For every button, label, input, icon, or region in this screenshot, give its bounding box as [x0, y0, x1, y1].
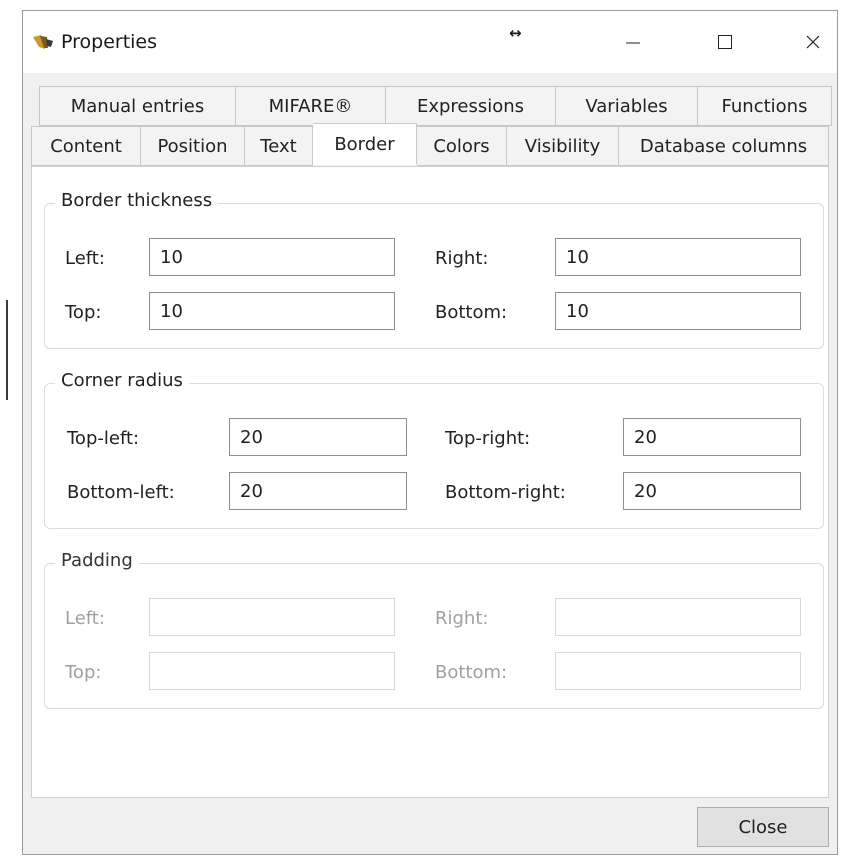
radius-bottom-right-input[interactable]: 20 [623, 472, 801, 510]
padding-top-input [149, 652, 395, 690]
padding-left-input [149, 598, 395, 636]
border-thickness-group: Border thickness Left: 10 Right: 10 Top:… [44, 190, 824, 349]
padding-group: Padding Left: Right: Top: Bottom: [44, 550, 824, 709]
right-label: Right: [435, 248, 489, 269]
minimize-icon [626, 42, 640, 44]
top-label: Top: [65, 302, 102, 323]
close-icon [806, 35, 820, 49]
top-left-label: Top-left: [67, 428, 140, 449]
radius-top-right-input[interactable]: 20 [623, 418, 801, 456]
window-title: Properties [61, 31, 158, 53]
top-label: Top: [65, 662, 102, 683]
bottom-label: Bottom: [435, 302, 508, 323]
group-title: Corner radius [55, 370, 189, 391]
group-title: Padding [55, 550, 139, 571]
close-window-button[interactable] [783, 19, 843, 65]
corner-radius-group: Corner radius Top-left: 20 Top-right: 20… [44, 370, 824, 529]
maximize-icon [718, 35, 732, 49]
maximize-button[interactable] [695, 19, 755, 65]
tab-variables[interactable]: Variables [556, 86, 698, 126]
tab-position[interactable]: Position [141, 126, 245, 166]
tab-border[interactable]: Border [313, 123, 417, 165]
border-bottom-input[interactable]: 10 [555, 292, 801, 330]
tab-database-columns[interactable]: Database columns [619, 126, 829, 166]
border-top-input[interactable]: 10 [149, 292, 395, 330]
left-label: Left: [65, 248, 105, 269]
close-button[interactable]: Close [697, 807, 829, 847]
right-label: Right: [435, 608, 489, 629]
radius-top-left-input[interactable]: 20 [229, 418, 407, 456]
tab-visibility[interactable]: Visibility [507, 126, 619, 166]
tab-row-bottom: Content Position Text Border Colors Visi… [31, 123, 829, 166]
bottom-right-label: Bottom-right: [445, 482, 566, 503]
border-left-input[interactable]: 10 [149, 238, 395, 276]
background-edge [6, 300, 8, 400]
padding-bottom-input [555, 652, 801, 690]
minimize-button[interactable] [603, 19, 663, 65]
border-tab-panel: Border thickness Left: 10 Right: 10 Top:… [31, 166, 829, 798]
radius-bottom-left-input[interactable]: 20 [229, 472, 407, 510]
tab-expressions[interactable]: Expressions [386, 86, 556, 126]
tab-manual-entries[interactable]: Manual entries [39, 86, 236, 126]
tab-colors[interactable]: Colors [417, 126, 507, 166]
resize-indicator-icon: ↔ [509, 24, 522, 42]
tab-content[interactable]: Content [31, 126, 141, 166]
tab-text[interactable]: Text [245, 126, 313, 166]
group-title: Border thickness [55, 190, 219, 211]
bottom-label: Bottom: [435, 662, 508, 683]
border-right-input[interactable]: 10 [555, 238, 801, 276]
app-logo-icon [31, 31, 55, 53]
left-label: Left: [65, 608, 105, 629]
tab-mifare[interactable]: MIFARE® [236, 86, 386, 126]
padding-right-input [555, 598, 801, 636]
tab-row-top: Manual entries MIFARE® Expressions Varia… [39, 86, 832, 126]
tab-functions[interactable]: Functions [698, 86, 832, 126]
top-right-label: Top-right: [445, 428, 531, 449]
properties-window: Properties ↔ Manual entries MIFARE® Expr… [22, 10, 838, 855]
bottom-left-label: Bottom-left: [67, 482, 175, 503]
title-bar[interactable]: Properties ↔ [23, 11, 837, 73]
